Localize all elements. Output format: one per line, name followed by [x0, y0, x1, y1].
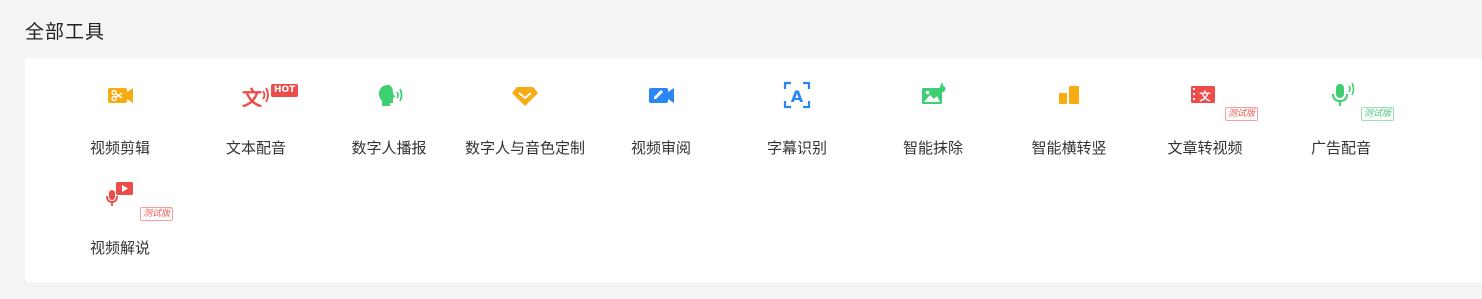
- tool-video-review[interactable]: 视频审阅: [593, 58, 729, 157]
- tool-article-to-video[interactable]: 文 测试版 文章转视频: [1137, 58, 1273, 157]
- tool-digital-human-broadcast[interactable]: 数字人播报: [321, 58, 457, 157]
- tool-label: 智能抹除: [902, 140, 963, 157]
- tool-ad-voiceover[interactable]: 测试版 广告配音: [1273, 58, 1409, 157]
- tool-label: 广告配音: [1310, 140, 1371, 157]
- page-title: 全部工具: [25, 22, 106, 43]
- svg-text:文: 文: [1200, 89, 1212, 103]
- tool-label: 数字人与音色定制: [464, 140, 585, 157]
- tool-label: 文章转视频: [1167, 140, 1243, 157]
- tool-video-narration[interactable]: 测试版 视频解说: [52, 158, 188, 257]
- article-to-video-icon: 文: [1188, 78, 1222, 112]
- text-voice-icon: 文: [239, 78, 273, 112]
- tool-text-to-speech[interactable]: 文 HOT 文本配音: [188, 58, 324, 157]
- ad-voice-mic-icon: [1324, 78, 1358, 112]
- subtitle-recognition-icon: A: [780, 78, 814, 112]
- tool-video-edit[interactable]: 视频剪辑: [52, 58, 188, 157]
- diamond-customize-icon: [508, 78, 542, 112]
- svg-text:A: A: [791, 87, 804, 106]
- tool-label: 视频审阅: [630, 140, 691, 157]
- tool-label: 智能横转竖: [1031, 140, 1107, 157]
- tool-digital-human-customize[interactable]: 数字人与音色定制: [457, 58, 593, 157]
- svg-text:文: 文: [242, 86, 263, 110]
- beta-badge: 测试版: [140, 207, 174, 221]
- tools-panel: 视频剪辑 文 HOT 文本配音 数字人播报 数字人与音色定制 视频审阅 A 字幕…: [25, 58, 1482, 282]
- landscape-to-portrait-icon: [1052, 78, 1086, 112]
- tool-label: 视频解说: [89, 240, 150, 257]
- tool-label: 字幕识别: [766, 140, 827, 157]
- beta-badge: 测试版: [1361, 107, 1395, 121]
- video-scissors-icon: [103, 78, 137, 112]
- tool-smart-erase[interactable]: 智能抹除: [865, 58, 1001, 157]
- tool-subtitle-recognition[interactable]: A 字幕识别: [729, 58, 865, 157]
- hot-badge: HOT: [271, 84, 299, 97]
- smart-erase-icon: [916, 78, 950, 112]
- digital-human-broadcast-icon: [372, 78, 406, 112]
- tool-label: 文本配音: [225, 140, 286, 157]
- video-review-icon: [644, 78, 678, 112]
- tool-landscape-to-portrait[interactable]: 智能横转竖: [1001, 58, 1137, 157]
- video-narration-icon: [103, 178, 137, 212]
- beta-badge: 测试版: [1225, 107, 1259, 121]
- tool-label: 视频剪辑: [89, 140, 150, 157]
- tool-label: 数字人播报: [351, 140, 427, 157]
